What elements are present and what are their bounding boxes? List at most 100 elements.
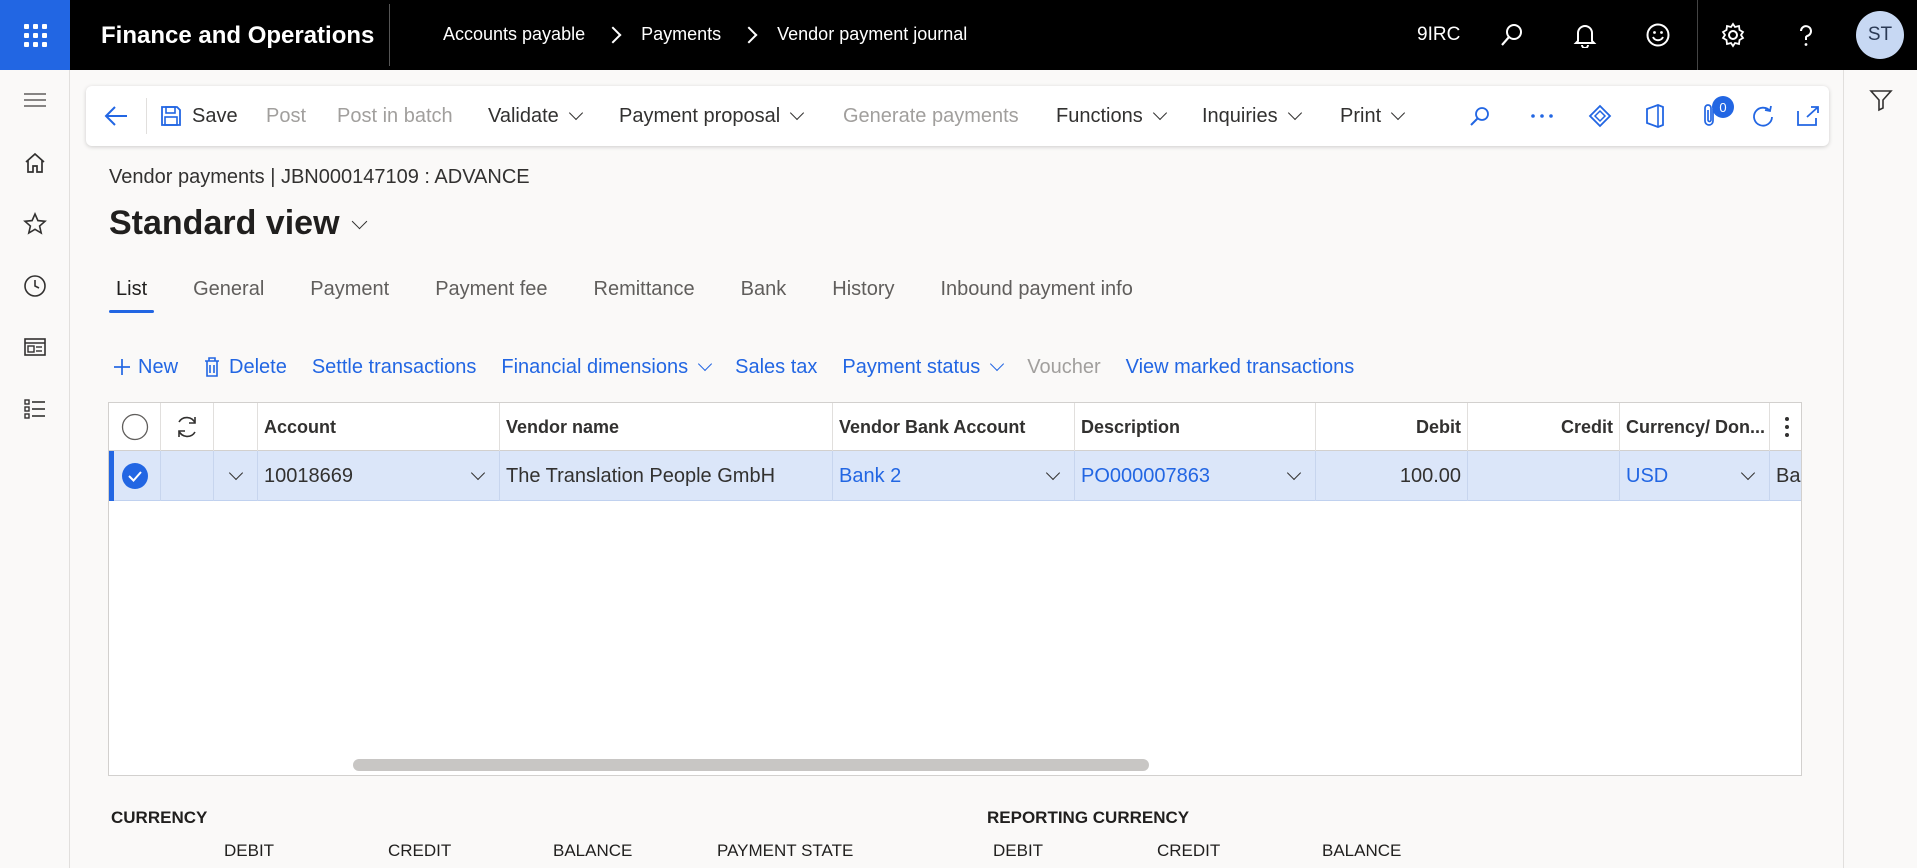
validate-menu[interactable]: Validate: [488, 86, 583, 146]
save-button[interactable]: Save: [160, 86, 238, 146]
tab-inbound-payment-info[interactable]: Inbound payment info: [934, 278, 1140, 301]
currency-credit-label: CREDIT: [388, 841, 452, 860]
vendor-bank-account-cell[interactable]: Bank 2: [833, 451, 1075, 501]
bell-icon[interactable]: [1565, 15, 1605, 55]
select-all-checkbox[interactable]: [109, 403, 161, 451]
breadcrumb-accounts-payable[interactable]: Accounts payable: [443, 24, 585, 45]
circle-icon: [121, 413, 148, 441]
overflow-cell: Ba: [1776, 464, 1801, 487]
search-icon[interactable]: [1460, 96, 1500, 136]
clock-icon[interactable]: [15, 266, 55, 306]
row-spacer: [161, 451, 214, 501]
avatar[interactable]: ST: [1856, 11, 1904, 59]
workspace-icon[interactable]: [15, 327, 55, 367]
divider: [389, 4, 390, 66]
app-launcher-button[interactable]: [0, 0, 70, 70]
chevron-down-icon: [698, 356, 713, 372]
chevron-down-icon[interactable]: [1286, 465, 1302, 481]
refresh-icon[interactable]: [1743, 96, 1783, 136]
chevron-down-icon: [351, 213, 367, 230]
attachment-count-badge: 0: [1712, 96, 1734, 118]
horizontal-scrollbar[interactable]: [353, 759, 1149, 771]
generate-payments-button[interactable]: Generate payments: [843, 86, 1019, 146]
back-arrow-icon[interactable]: [96, 96, 136, 136]
new-button[interactable]: New: [112, 356, 178, 379]
gear-icon[interactable]: [1713, 15, 1753, 55]
validate-label: Validate: [488, 104, 559, 127]
chevron-down-icon[interactable]: [470, 465, 486, 481]
functions-menu[interactable]: Functions: [1056, 86, 1167, 146]
breadcrumb-vendor-payment-journal[interactable]: Vendor payment journal: [777, 24, 967, 45]
office-icon[interactable]: [1635, 96, 1675, 136]
view-marked-transactions-button[interactable]: View marked transactions: [1126, 356, 1355, 379]
payment-status-menu[interactable]: Payment status: [842, 355, 1005, 379]
currency-summary-header: CURRENCY: [111, 808, 208, 827]
financial-dimensions-menu[interactable]: Financial dimensions: [501, 356, 713, 379]
debit-cell[interactable]: 100.00: [1316, 451, 1468, 501]
vendor-name-cell: The Translation People GmbH: [500, 451, 833, 501]
column-vendor-bank-account[interactable]: Vendor Bank Account: [833, 403, 1075, 451]
payment-status-label: Payment status: [842, 355, 981, 378]
tab-payment[interactable]: Payment: [303, 278, 396, 301]
navigation-pane: [0, 70, 70, 868]
post-in-batch-button[interactable]: Post in batch: [337, 86, 453, 146]
currency-debit-label: DEBIT: [224, 841, 275, 860]
view-selector[interactable]: Standard view: [109, 204, 367, 243]
expand-row-button[interactable]: [214, 451, 258, 501]
payment-proposal-menu[interactable]: Payment proposal: [619, 86, 805, 146]
column-options-icon[interactable]: [1770, 403, 1801, 451]
more-options-icon[interactable]: [1522, 96, 1562, 136]
tab-bank[interactable]: Bank: [734, 278, 794, 301]
search-icon[interactable]: [1492, 15, 1532, 55]
tab-list[interactable]: List: [109, 278, 155, 313]
column-description[interactable]: Description: [1075, 403, 1316, 451]
currency-cell[interactable]: USD: [1620, 451, 1770, 501]
help-icon[interactable]: [1786, 15, 1826, 55]
breadcrumb-payments[interactable]: Payments: [641, 24, 721, 45]
filter-icon[interactable]: [1861, 80, 1901, 120]
open-new-window-icon[interactable]: [1788, 96, 1828, 136]
trash-icon: [205, 357, 220, 377]
tab-remittance[interactable]: Remittance: [587, 278, 702, 301]
column-account[interactable]: Account: [258, 403, 500, 451]
save-icon: [161, 106, 181, 126]
tab-general[interactable]: General: [186, 278, 271, 301]
company-picker[interactable]: 9IRC: [1417, 24, 1460, 46]
home-icon[interactable]: [15, 143, 55, 183]
chevron-down-icon[interactable]: [1045, 465, 1061, 481]
header-expand: [214, 403, 258, 451]
column-debit[interactable]: Debit: [1316, 403, 1468, 451]
attachment-icon[interactable]: 0: [1690, 96, 1734, 136]
functions-label: Functions: [1056, 104, 1143, 127]
sales-tax-button[interactable]: Sales tax: [735, 356, 817, 379]
column-currency[interactable]: Currency/ Don...: [1620, 403, 1770, 451]
description-cell[interactable]: PO000007863: [1075, 451, 1316, 501]
page-caption: Vendor payments | JBN000147109 : ADVANCE: [109, 166, 530, 188]
delete-button[interactable]: Delete: [203, 356, 287, 379]
column-credit[interactable]: Credit: [1468, 403, 1620, 451]
vendor-bank-account-value: Bank 2: [839, 464, 902, 487]
star-icon[interactable]: [15, 204, 55, 244]
post-button[interactable]: Post: [266, 86, 306, 146]
smiley-icon[interactable]: [1638, 15, 1678, 55]
column-vendor-name[interactable]: Vendor name: [500, 403, 833, 451]
sync-icon: [178, 416, 196, 438]
refresh-grid-button[interactable]: [161, 403, 214, 451]
tab-history[interactable]: History: [825, 278, 901, 301]
table-row[interactable]: 10018669 The Translation People GmbH Ban…: [109, 451, 1801, 501]
power-apps-icon[interactable]: [1580, 96, 1620, 136]
tab-payment-fee[interactable]: Payment fee: [428, 278, 554, 301]
inquiries-menu[interactable]: Inquiries: [1202, 86, 1302, 146]
account-cell[interactable]: 10018669: [258, 451, 500, 501]
settle-transactions-button[interactable]: Settle transactions: [312, 356, 477, 379]
chevron-down-icon[interactable]: [1740, 465, 1756, 481]
row-select-checkbox[interactable]: [109, 451, 161, 501]
modules-icon[interactable]: [15, 389, 55, 429]
hamburger-icon[interactable]: [15, 80, 55, 120]
app-title[interactable]: Finance and Operations: [101, 22, 374, 50]
voucher-button[interactable]: Voucher: [1027, 356, 1100, 379]
checkmark-icon: [121, 463, 148, 489]
print-menu[interactable]: Print: [1340, 86, 1406, 146]
credit-cell[interactable]: [1468, 451, 1620, 501]
chevron-down-icon: [790, 105, 805, 121]
